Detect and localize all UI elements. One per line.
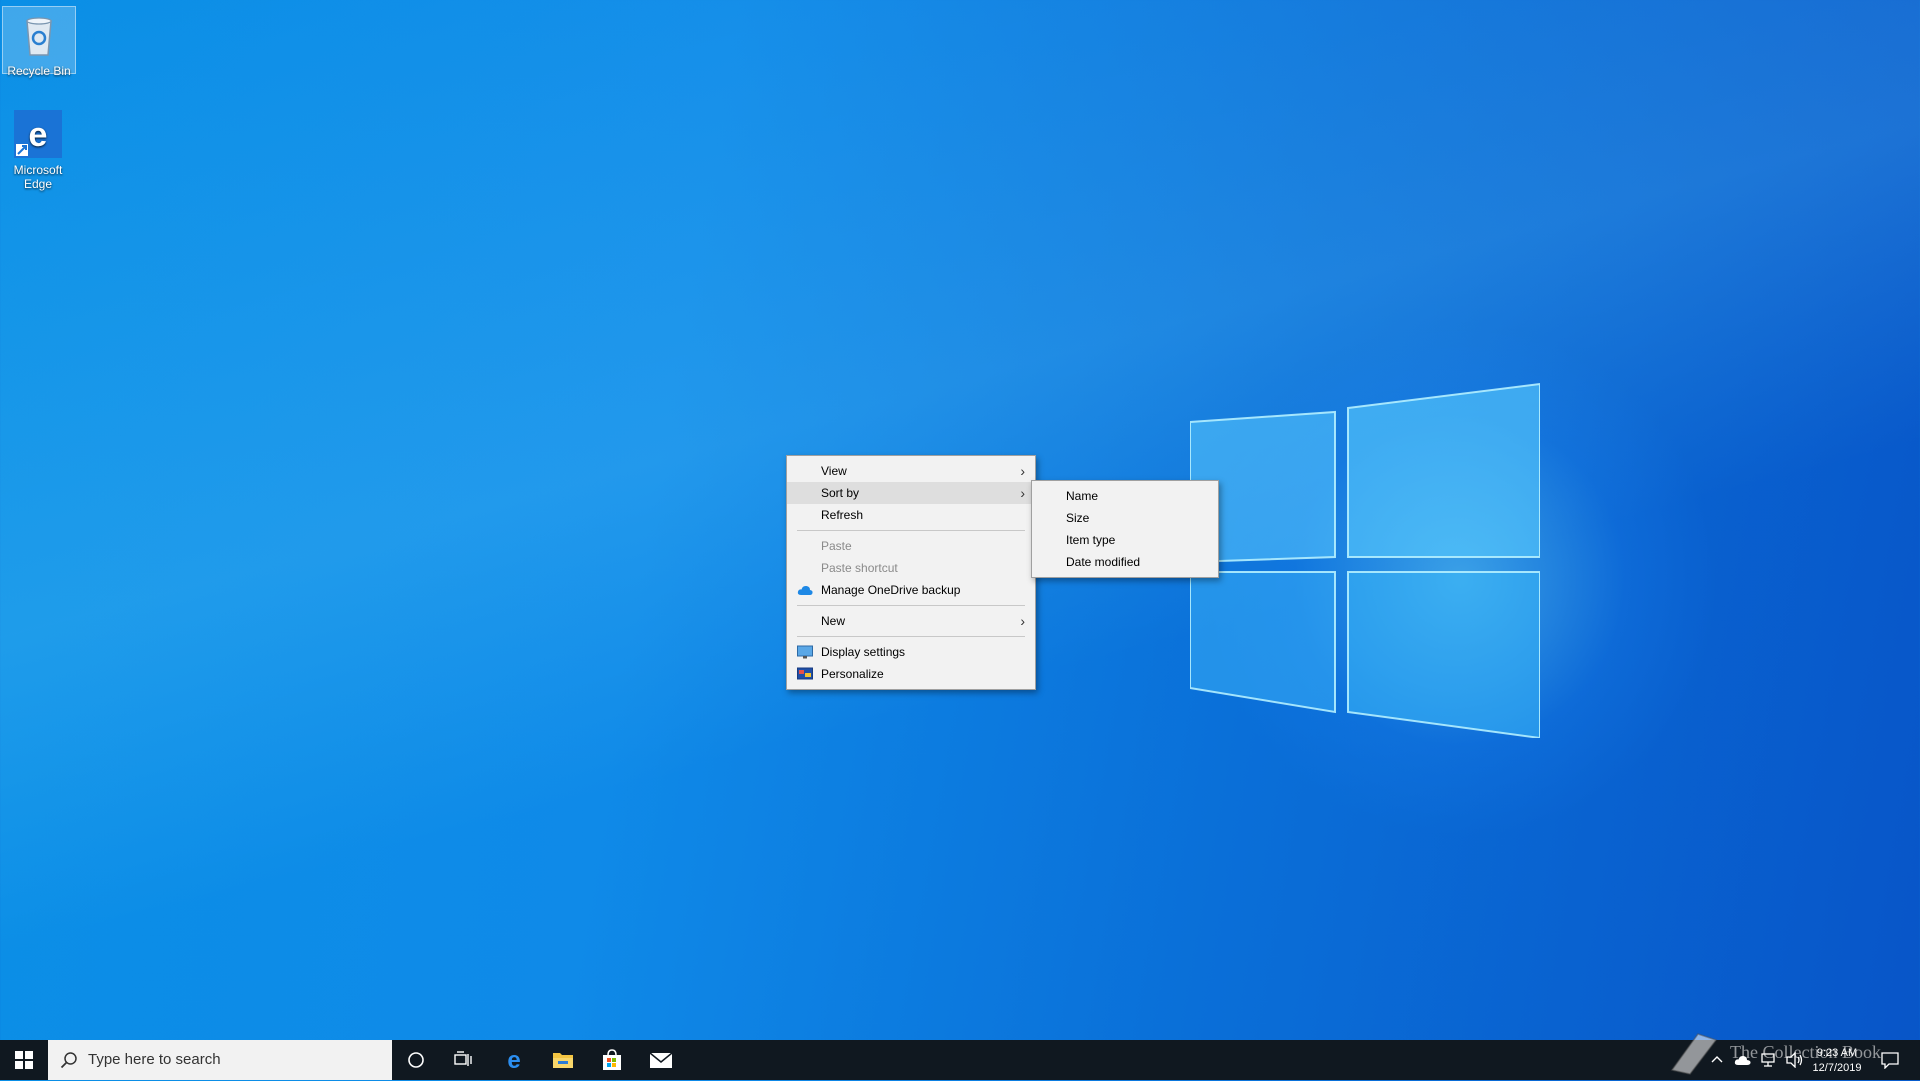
submenu-item-item-type[interactable]: Item type (1032, 529, 1218, 551)
menu-item-label: Personalize (821, 667, 884, 681)
watermark-text: The Collection Book (1730, 1042, 1881, 1062)
recycle-bin-icon (26, 17, 52, 56)
submenu-item-size[interactable]: Size (1032, 507, 1218, 529)
submenu-item-label: Date modified (1066, 555, 1141, 569)
personalize-icon (797, 667, 813, 680)
desktop-context-menu: View › Sort by › Refresh Paste Paste sho… (786, 455, 1036, 690)
desktop-icon-recycle-bin[interactable]: Recycle Bin (2, 6, 76, 78)
submenu-item-date-modified[interactable]: Date modified (1032, 551, 1218, 573)
taskbar-edge-button[interactable]: e (490, 1040, 538, 1080)
menu-item-label: Refresh (821, 508, 864, 522)
menu-item-label: Sort by (821, 486, 860, 500)
mail-icon (649, 1052, 673, 1068)
menu-item-label: Paste (821, 539, 852, 553)
taskbar-file-explorer-button[interactable] (539, 1040, 587, 1080)
submenu-item-label: Size (1066, 511, 1090, 525)
menu-item-display-settings[interactable]: Display settings (787, 641, 1035, 663)
submenu-item-label: Name (1066, 489, 1099, 503)
sort-by-submenu: Name Size Item type Date modified (1031, 480, 1219, 578)
taskbar: Type here to search e 9:23 AM 12/7/2019 (0, 1040, 1920, 1080)
task-view-button[interactable] (440, 1040, 488, 1080)
taskbar-store-button[interactable] (588, 1040, 636, 1080)
edge-icon: e (14, 110, 62, 158)
task-view-icon (454, 1051, 472, 1066)
clock-date: 12/7/2019 (1812, 1062, 1862, 1074)
menu-item-paste: Paste (787, 535, 1035, 557)
store-icon (603, 1049, 621, 1070)
menu-item-label: New (821, 614, 846, 628)
search-icon (60, 1052, 77, 1069)
menu-item-sort-by[interactable]: Sort by › (787, 482, 1035, 504)
menu-separator (797, 605, 1025, 606)
menu-item-label: View (821, 464, 847, 478)
svg-text:e: e (507, 1048, 520, 1072)
menu-item-new[interactable]: New › (787, 610, 1035, 632)
taskbar-search-box[interactable]: Type here to search (48, 1040, 392, 1080)
desktop-icon-label: Microsoft Edge (13, 163, 63, 191)
menu-item-manage-onedrive-backup[interactable]: Manage OneDrive backup (787, 579, 1035, 601)
menu-item-label: Display settings (821, 645, 906, 659)
desktop-icon-label: Recycle Bin (7, 64, 71, 78)
watermark-book-icon (1668, 1030, 1720, 1081)
display-icon (797, 645, 813, 659)
menu-item-view[interactable]: View › (787, 460, 1035, 482)
search-placeholder: Type here to search (88, 1051, 221, 1068)
menu-item-label: Manage OneDrive backup (821, 583, 961, 597)
cortana-icon (408, 1052, 424, 1068)
submenu-item-name[interactable]: Name (1032, 485, 1218, 507)
svg-text:e: e (29, 116, 48, 154)
notification-icon (1881, 1052, 1899, 1069)
menu-separator (797, 530, 1025, 531)
file-explorer-icon (553, 1053, 573, 1068)
cortana-button[interactable] (392, 1040, 440, 1080)
menu-item-paste-shortcut: Paste shortcut (787, 557, 1035, 579)
menu-item-label: Paste shortcut (821, 561, 898, 575)
submenu-item-label: Item type (1066, 533, 1116, 547)
windows-start-icon (15, 1051, 33, 1069)
menu-item-refresh[interactable]: Refresh (787, 504, 1035, 526)
desktop-icon-edge[interactable]: e Microsoft Edge (2, 106, 74, 192)
chevron-right-icon: › (1020, 485, 1025, 501)
onedrive-cloud-icon (797, 585, 813, 595)
chevron-right-icon: › (1020, 463, 1025, 479)
edge-icon: e (507, 1048, 520, 1072)
taskbar-mail-button[interactable] (637, 1040, 685, 1080)
menu-separator (797, 636, 1025, 637)
chevron-right-icon: › (1020, 613, 1025, 629)
windows-logo-wallpaper (1190, 382, 1540, 738)
start-button[interactable] (0, 1040, 48, 1080)
menu-item-personalize[interactable]: Personalize (787, 663, 1035, 685)
